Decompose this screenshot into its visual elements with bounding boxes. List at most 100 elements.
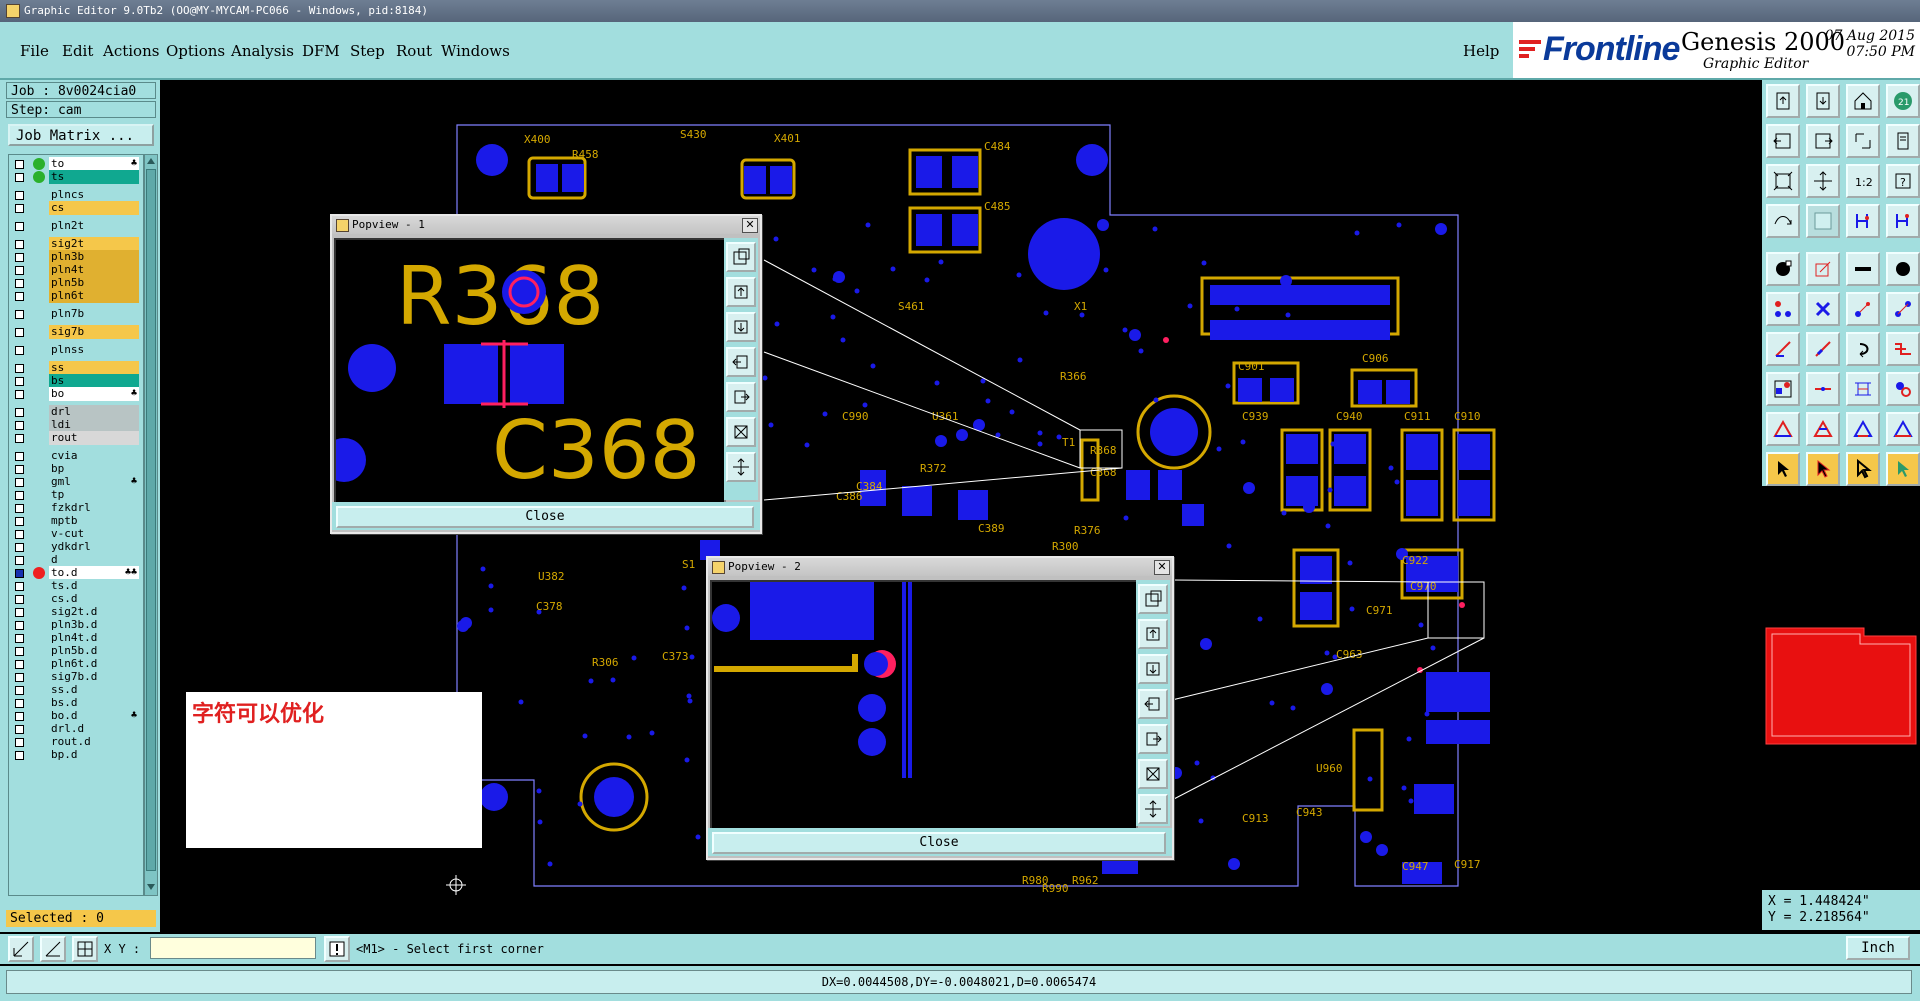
layer-row[interactable]: sig2t bbox=[11, 237, 141, 251]
layer-name[interactable]: tp bbox=[49, 488, 139, 502]
popview-2-expand-button[interactable] bbox=[1138, 794, 1168, 824]
layer-name[interactable]: ldi bbox=[49, 418, 139, 432]
layer-checkbox[interactable] bbox=[15, 465, 24, 474]
snap-grid-button[interactable] bbox=[40, 936, 66, 962]
layer-name[interactable]: bo bbox=[49, 387, 139, 401]
layer-name[interactable]: bs.d bbox=[49, 696, 139, 710]
layer-list-scrollbar[interactable] bbox=[144, 154, 158, 896]
popview-2-close-button[interactable]: Close bbox=[712, 832, 1166, 854]
layer-row[interactable]: pln6t bbox=[11, 289, 141, 303]
pan-left-button[interactable] bbox=[1766, 124, 1800, 158]
popview-2-shrink-button[interactable] bbox=[1138, 759, 1168, 789]
scroll-up-icon[interactable] bbox=[146, 157, 156, 165]
layer-checkbox[interactable] bbox=[15, 191, 24, 200]
layer-checkbox[interactable] bbox=[15, 647, 24, 656]
layer-row[interactable]: cs bbox=[11, 201, 141, 215]
layer-row[interactable]: bp bbox=[11, 462, 141, 476]
layer-checkbox[interactable] bbox=[15, 504, 24, 513]
layer-name[interactable]: sig2t.d bbox=[49, 605, 139, 619]
layer-name[interactable]: sig2t bbox=[49, 237, 139, 251]
triangle3-button[interactable] bbox=[1846, 412, 1880, 446]
layer-checkbox[interactable] bbox=[15, 543, 24, 552]
scroll-down-icon[interactable] bbox=[146, 883, 156, 891]
layer-row[interactable]: rout.d bbox=[11, 735, 141, 749]
line-button[interactable] bbox=[1766, 332, 1800, 366]
layer-checkbox[interactable] bbox=[15, 699, 24, 708]
layer-name[interactable]: plnss bbox=[49, 343, 139, 357]
layer-row[interactable]: tp bbox=[11, 488, 141, 502]
layer-checkbox[interactable] bbox=[15, 434, 24, 443]
layer-checkbox[interactable] bbox=[15, 751, 24, 760]
layer-row[interactable]: sig2t.d bbox=[11, 605, 141, 619]
scroll-thumb[interactable] bbox=[146, 169, 156, 871]
layer-checkbox[interactable] bbox=[15, 595, 24, 604]
layer-row[interactable]: to ♣ bbox=[11, 157, 141, 171]
layer-checkbox[interactable] bbox=[15, 160, 24, 169]
layer-row[interactable]: rout bbox=[11, 431, 141, 445]
layer-checkbox[interactable] bbox=[15, 491, 24, 500]
menu-file[interactable]: File bbox=[20, 42, 49, 60]
layer-name[interactable]: fzkdrl bbox=[49, 501, 139, 515]
popview-2-zoom-fit-button[interactable] bbox=[1138, 584, 1168, 614]
grid-button[interactable] bbox=[1806, 204, 1840, 238]
popview-1-titlebar[interactable]: Popview - 1 bbox=[332, 216, 760, 234]
h-line-button[interactable] bbox=[1806, 372, 1840, 406]
center-button[interactable] bbox=[1806, 164, 1840, 198]
layer-row[interactable]: pln4t bbox=[11, 263, 141, 277]
popview-1-shrink-button[interactable] bbox=[726, 417, 756, 447]
measure-button[interactable] bbox=[1846, 372, 1880, 406]
menu-rout[interactable]: Rout bbox=[396, 42, 432, 60]
layer-row[interactable]: ydkdrl bbox=[11, 540, 141, 554]
layer-row[interactable]: bs.d bbox=[11, 696, 141, 710]
layer-name[interactable]: gml bbox=[49, 475, 139, 489]
home-button[interactable] bbox=[1846, 84, 1880, 118]
layer-row[interactable]: cvia bbox=[11, 449, 141, 463]
units-button[interactable]: Inch bbox=[1846, 936, 1910, 960]
layer-row[interactable]: to.d ♣♣ bbox=[11, 566, 141, 580]
layer-row[interactable]: pln7b bbox=[11, 307, 141, 321]
layer-row[interactable]: pln6t.d bbox=[11, 657, 141, 671]
select-rect-button[interactable] bbox=[1806, 252, 1840, 286]
layer-row[interactable]: gml ♣ bbox=[11, 475, 141, 489]
layer-row[interactable]: fzkdrl bbox=[11, 501, 141, 515]
menu-step[interactable]: Step bbox=[350, 42, 385, 60]
step-button[interactable] bbox=[1886, 332, 1920, 366]
popview-1-pan-right-button[interactable] bbox=[726, 382, 756, 412]
layer-checkbox[interactable] bbox=[15, 517, 24, 526]
page-button[interactable] bbox=[1886, 124, 1920, 158]
menu-actions[interactable]: Actions bbox=[103, 42, 159, 60]
warning-button[interactable] bbox=[324, 936, 350, 962]
menu-help[interactable]: Help bbox=[1463, 42, 1499, 60]
layer-name[interactable]: pln5b.d bbox=[49, 644, 139, 658]
layer-row[interactable]: v-cut bbox=[11, 527, 141, 541]
popview-2-pan-right-button[interactable] bbox=[1138, 724, 1168, 754]
zoom-out-button[interactable] bbox=[1806, 84, 1840, 118]
layer-name[interactable]: pln4t.d bbox=[49, 631, 139, 645]
layer-name[interactable]: pln4t bbox=[49, 263, 139, 277]
layer-checkbox[interactable] bbox=[15, 279, 24, 288]
zoom-in-button[interactable] bbox=[1766, 84, 1800, 118]
layer-name[interactable]: v-cut bbox=[49, 527, 139, 541]
layer-checkbox[interactable] bbox=[15, 725, 24, 734]
layer-checkbox[interactable] bbox=[15, 364, 24, 373]
layer-name[interactable]: cvia bbox=[49, 449, 139, 463]
triangle2-button[interactable] bbox=[1806, 412, 1840, 446]
layer-name[interactable]: drl bbox=[49, 405, 139, 419]
popview-1-zoom-out-button[interactable] bbox=[726, 312, 756, 342]
layer-checkbox[interactable] bbox=[15, 408, 24, 417]
popview-2-zoom-out-button[interactable] bbox=[1138, 654, 1168, 684]
layer-checkbox[interactable] bbox=[15, 222, 24, 231]
pair-button[interactable] bbox=[1846, 292, 1880, 326]
layer-checkbox[interactable] bbox=[15, 608, 24, 617]
layer-row[interactable]: cs.d bbox=[11, 592, 141, 606]
layer-row[interactable]: ts.d bbox=[11, 579, 141, 593]
layer-row[interactable]: mptb bbox=[11, 514, 141, 528]
layer-checkbox[interactable] bbox=[15, 421, 24, 430]
layer-name[interactable]: pln7b bbox=[49, 307, 139, 321]
popview-2-zoom-in-button[interactable] bbox=[1138, 619, 1168, 649]
layer-name[interactable]: ss.d bbox=[49, 683, 139, 697]
menu-windows[interactable]: Windows bbox=[441, 42, 510, 60]
pan-button[interactable] bbox=[1846, 124, 1880, 158]
layer-name[interactable]: pln5b bbox=[49, 276, 139, 290]
ratio-button[interactable]: 1:2 bbox=[1846, 164, 1880, 198]
